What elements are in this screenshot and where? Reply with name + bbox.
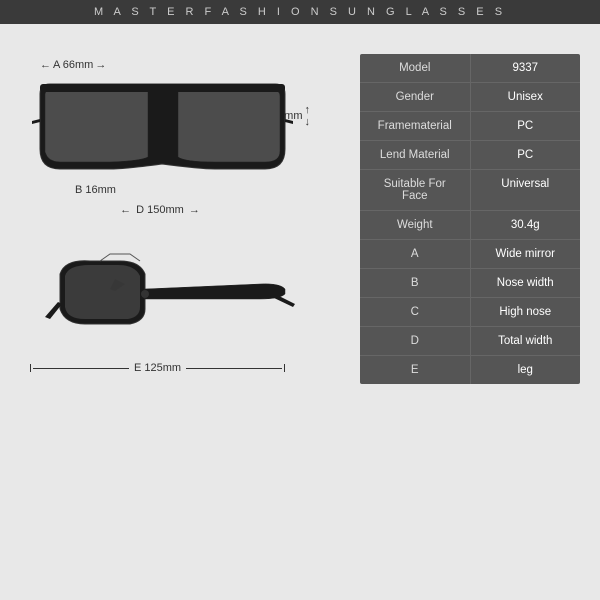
specs-label-8: C — [360, 298, 471, 326]
specs-row-10: Eleg — [360, 356, 580, 384]
dimension-e: E 125mm — [30, 362, 285, 374]
specs-row-1: GenderUnisex — [360, 83, 580, 112]
dimension-d: ← D 150mm → — [40, 204, 280, 216]
specs-value-6: Wide mirror — [471, 240, 581, 268]
specs-row-2: FramematerialPC — [360, 112, 580, 141]
specs-value-5: 30.4g — [471, 211, 581, 239]
front-view-container: ← A 66mm → C 57mm ↑ ↓ — [20, 49, 320, 239]
specs-value-8: High nose — [471, 298, 581, 326]
side-view-container: E 125mm — [20, 244, 320, 374]
specs-label-2: Framematerial — [360, 112, 471, 140]
specs-label-0: Model — [360, 54, 471, 82]
specs-row-9: DTotal width — [360, 327, 580, 356]
specs-label-9: D — [360, 327, 471, 355]
specs-label-5: Weight — [360, 211, 471, 239]
specs-value-0: 9337 — [471, 54, 581, 82]
dimension-b: B 16mm — [75, 184, 116, 196]
specs-label-10: E — [360, 356, 471, 384]
specs-table: Model9337GenderUnisexFramematerialPCLend… — [360, 54, 580, 384]
specs-value-7: Nose width — [471, 269, 581, 297]
brand-banner: M A S T E R F A S H I O N S U N G L A S … — [0, 0, 600, 24]
specs-row-6: AWide mirror — [360, 240, 580, 269]
specs-label-4: Suitable For Face — [360, 170, 471, 210]
specs-value-3: PC — [471, 141, 581, 169]
specs-value-9: Total width — [471, 327, 581, 355]
specs-value-1: Unisex — [471, 83, 581, 111]
specs-row-5: Weight30.4g — [360, 211, 580, 240]
specs-label-6: A — [360, 240, 471, 268]
specs-label-3: Lend Material — [360, 141, 471, 169]
specs-label-1: Gender — [360, 83, 471, 111]
specs-row-0: Model9337 — [360, 54, 580, 83]
specs-value-2: PC — [471, 112, 581, 140]
glasses-side-svg — [30, 249, 300, 359]
glasses-front-svg — [30, 69, 295, 209]
specs-row-4: Suitable For FaceUniversal — [360, 170, 580, 211]
specs-row-8: CHigh nose — [360, 298, 580, 327]
specs-value-4: Universal — [471, 170, 581, 210]
specs-value-10: leg — [471, 356, 581, 384]
brand-text: M A S T E R F A S H I O N S U N G L A S … — [94, 6, 506, 18]
specs-label-7: B — [360, 269, 471, 297]
specs-row-7: BNose width — [360, 269, 580, 298]
specs-row-3: Lend MaterialPC — [360, 141, 580, 170]
product-image-panel: ← A 66mm → C 57mm ↑ ↓ — [20, 39, 350, 384]
